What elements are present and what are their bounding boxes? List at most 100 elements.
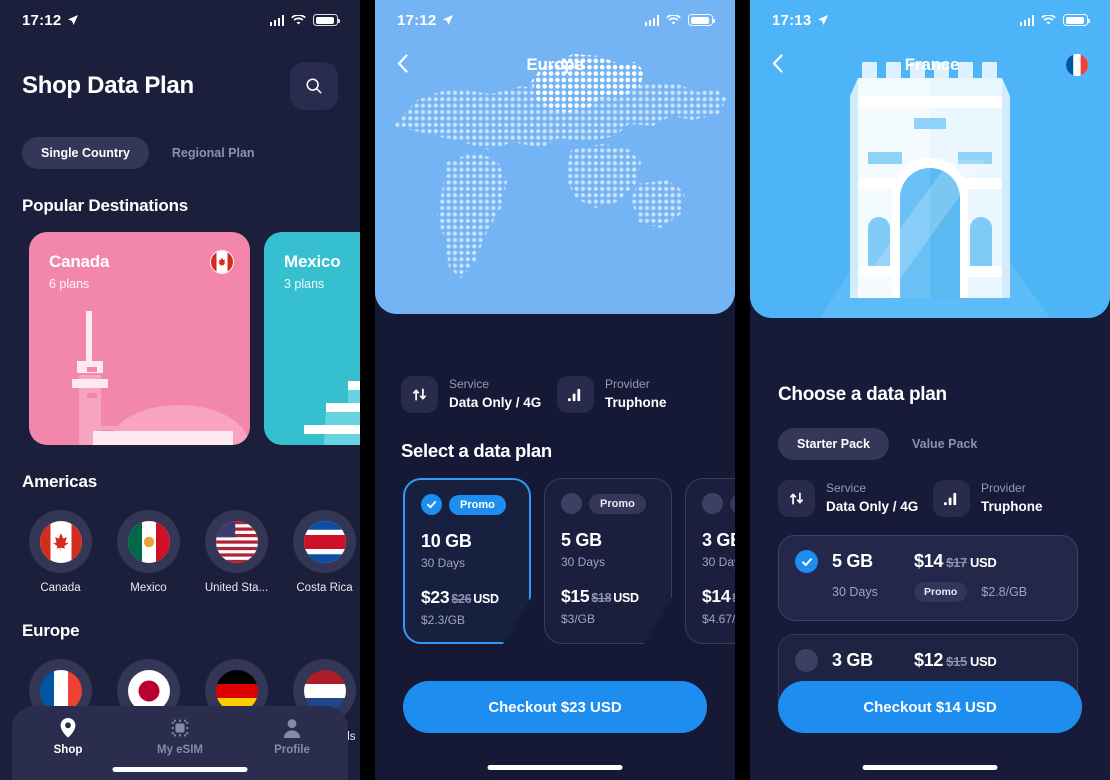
battery-icon (688, 14, 715, 26)
status-time-group: 17:12 (397, 12, 454, 29)
info-label: Service (449, 377, 490, 392)
plan-card-header: Promo (702, 493, 735, 514)
plan-currency: USD (969, 654, 997, 669)
info-provider: Provider Truphone (557, 376, 713, 413)
info-text: Provider Truphone (981, 480, 1043, 517)
data-plan-card[interactable]: Promo 5 GB 30 Days $15 $18 USD $3/GB (544, 478, 672, 644)
back-button[interactable] (397, 53, 423, 77)
country-label: Mexico (130, 582, 167, 594)
status-icons (1019, 14, 1090, 26)
pyramid-illustration (304, 381, 360, 445)
tab-regional-plan[interactable]: Regional Plan (153, 137, 274, 169)
plan-unit-price: $2.8/GB (981, 585, 1028, 599)
data-plan-card[interactable]: Promo 3 GB 30 Days $14$17USD $4.67/GB (685, 478, 735, 644)
country-label: Canada (40, 582, 81, 594)
tab-starter-pack[interactable]: Starter Pack (778, 428, 889, 460)
plan-row-primary: 5 GB $14 $17 USD (795, 550, 1061, 573)
data-plan-list: Promo 10 GB 30 Days $23 $26 USD $2.3/GB Pr… (403, 478, 735, 644)
tab-single-country[interactable]: Single Country (22, 137, 149, 169)
status-icons (644, 14, 715, 26)
wifi-icon (666, 14, 681, 25)
plan-unit-price: $2.3/GB (421, 613, 466, 627)
nav-bar: Europe (375, 40, 735, 90)
flag-fr-icon (1066, 54, 1088, 76)
status-time-group: 17:12 (22, 12, 79, 29)
plan-size: 5 GB (832, 551, 873, 571)
flag-mx-icon (127, 520, 170, 563)
country-item-costa-rica[interactable]: Costa Rica (293, 510, 356, 594)
popular-destinations-heading: Popular Destinations (22, 196, 189, 215)
plan-price-new: $14 (914, 551, 944, 571)
location-arrow-icon (818, 15, 829, 25)
radio-unselected-icon[interactable] (561, 493, 582, 514)
destination-card-mexico[interactable]: Mexico 3 plans (264, 232, 360, 445)
search-icon (306, 78, 322, 94)
plan-price-old: $17 (946, 555, 967, 570)
pack-type-tabs: Starter Pack Value Pack (778, 428, 1110, 460)
plan-size: 3 GB (702, 530, 735, 550)
cellular-bars-icon (1019, 14, 1034, 26)
info-value: Truphone (981, 499, 1043, 515)
tab-profile[interactable]: Profile (236, 717, 348, 756)
status-time: 17:12 (397, 11, 437, 29)
phone-screen-europe: 17:12 Europe Service Data Only / 4G Prov… (375, 0, 735, 780)
flag-circle (205, 510, 268, 573)
info-service: Service Data Only / 4G (778, 480, 933, 517)
status-time: 17:12 (22, 11, 62, 29)
info-value: Data Only / 4G (449, 395, 542, 411)
data-plan-card[interactable]: Promo 10 GB 30 Days $23 $26 USD $2.3/GB (403, 478, 531, 644)
country-item-canada[interactable]: Canada (29, 510, 92, 594)
info-text: Service Data Only / 4G (826, 480, 918, 517)
status-bar: 17:13 (750, 0, 1110, 40)
promo-badge: Promo (589, 493, 646, 514)
flag-cr-icon (303, 520, 346, 563)
wifi-icon (291, 14, 306, 25)
tab-label: My eSIM (156, 744, 203, 756)
tab-my-esim[interactable]: My eSIM (124, 717, 236, 756)
info-value: Truphone (605, 395, 667, 411)
plan-row-primary: 3 GB $12 $15 USD (795, 649, 1061, 672)
flag-circle (117, 510, 180, 573)
destination-card-canada[interactable]: Canada 6 plans (29, 232, 250, 445)
flag-circle (29, 510, 92, 573)
plan-price-old: $26 (451, 592, 472, 606)
tab-value-pack[interactable]: Value Pack (893, 428, 996, 460)
plan-price: $14$17USD (914, 551, 997, 572)
data-plan-row[interactable]: 5 GB $14 $17 USD 30 Days Promo $2.8/GB (778, 535, 1078, 621)
status-time-group: 17:13 (772, 12, 829, 29)
status-icons (269, 14, 340, 26)
search-button[interactable] (290, 62, 338, 110)
plan-price: $14$17USD (702, 586, 735, 607)
battery-icon (1063, 14, 1090, 26)
plan-price: $15 $18 USD (561, 586, 657, 607)
country-item-united-states[interactable]: United Sta... (205, 510, 268, 594)
signal-bars-icon (557, 376, 594, 413)
plan-currency: USD (473, 592, 499, 606)
checkout-button[interactable]: Checkout $14 USD (778, 681, 1082, 733)
plan-row-secondary: 30 Days Promo $2.8/GB (795, 582, 1061, 602)
country-item-mexico[interactable]: Mexico (117, 510, 180, 594)
info-service: Service Data Only / 4G (401, 376, 557, 413)
checkout-button[interactable]: Checkout $23 USD (403, 681, 707, 733)
nav-bar: France (750, 40, 1110, 90)
plan-price-old: $17 (732, 591, 735, 605)
radio-unselected-icon[interactable] (795, 649, 818, 672)
radio-unselected-icon[interactable] (702, 493, 723, 514)
plan-size: 3 GB (832, 650, 873, 670)
signal-bars-icon (933, 480, 970, 517)
destination-plans: 3 plans (284, 277, 325, 291)
nav-title: France (904, 55, 960, 74)
plan-type-tabs: Single Country Regional Plan (22, 137, 360, 169)
tab-shop[interactable]: Shop (12, 717, 124, 756)
country-label: Costa Rica (296, 582, 353, 594)
radio-selected-icon[interactable] (795, 550, 818, 573)
status-bar: 17:12 (375, 0, 735, 40)
info-label: Service (826, 481, 867, 496)
destination-name: Mexico (284, 252, 341, 271)
back-button[interactable] (772, 53, 798, 77)
radio-selected-icon[interactable] (421, 494, 442, 515)
plan-size: 5 GB (561, 530, 602, 550)
bottom-tab-bar: Shop My eSIM Profile (12, 706, 348, 780)
plan-price: $12 $15 USD (914, 650, 997, 671)
plan-card-header: Promo (421, 494, 515, 515)
